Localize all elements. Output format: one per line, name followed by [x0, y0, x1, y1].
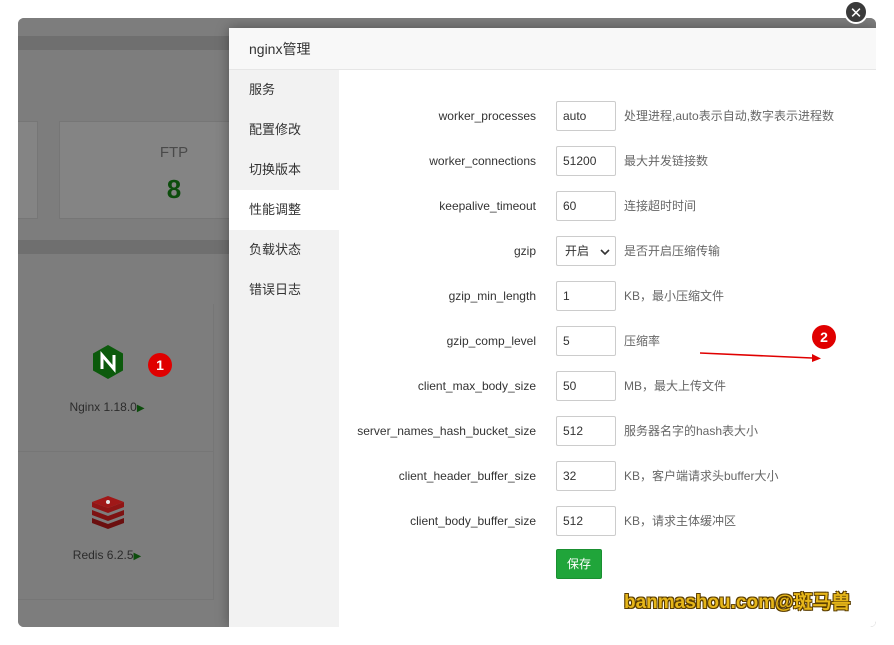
- annotation-marker-1: 1: [148, 353, 172, 377]
- dialog-sidebar: 服务 配置修改 切换版本 性能调整 负载状态 错误日志: [229, 70, 339, 627]
- save-button[interactable]: 保存: [556, 549, 602, 579]
- sidebar-item-error-log[interactable]: 错误日志: [229, 270, 339, 310]
- setting-description: 是否开启压缩传输: [624, 244, 721, 258]
- setting-description: 处理进程,auto表示自动,数字表示进程数: [624, 109, 835, 123]
- setting-row: gzip_min_length 1 KB，最小压缩文件: [339, 281, 876, 311]
- window: FTP 8 Nginx 1.18.0▶ 1 Redis 6.2.5▶ nginx…: [18, 18, 876, 627]
- setting-row: client_header_buffer_size 32 KB，客户端请求头bu…: [339, 461, 876, 491]
- watermark: banmashou.com@斑马兽: [624, 592, 851, 613]
- annotation-arrow-icon: [700, 352, 821, 362]
- dialog-header: nginx管理: [229, 28, 876, 70]
- setting-row: gzip 开启 是否开启压缩传输: [339, 236, 876, 266]
- setting-label: client_max_body_size: [417, 379, 536, 393]
- client-header-buffer-size-input[interactable]: 32: [556, 461, 616, 491]
- dialog-title: nginx管理: [249, 40, 311, 57]
- setting-description: KB，最小压缩文件: [624, 289, 725, 303]
- sidebar-item-service[interactable]: 服务: [229, 70, 339, 110]
- worker-connections-input[interactable]: 51200: [556, 146, 616, 176]
- keepalive-timeout-input[interactable]: 60: [556, 191, 616, 221]
- setting-label: gzip_min_length: [448, 289, 536, 303]
- setting-description: MB，最大上传文件: [624, 379, 727, 393]
- setting-description: 最大并发链接数: [624, 154, 709, 168]
- setting-label: worker_connections: [429, 154, 536, 168]
- software-redis[interactable]: Redis 6.2.5▶: [18, 452, 214, 600]
- setting-row: client_body_buffer_size 512 KB，请求主体缓冲区: [339, 506, 876, 536]
- setting-description: 连接超时时间: [624, 199, 697, 213]
- gzip-select[interactable]: 开启: [556, 236, 616, 266]
- setting-description: KB，客户端请求头buffer大小: [624, 469, 779, 483]
- setting-label: keepalive_timeout: [439, 199, 536, 213]
- setting-description: 压缩率: [624, 334, 661, 348]
- nginx-label: Nginx 1.18.0▶: [69, 400, 145, 414]
- nginx-icon: [93, 345, 123, 379]
- setting-row: server_names_hash_bucket_size 512 服务器名字的…: [339, 416, 876, 446]
- client-body-buffer-size-input[interactable]: 512: [556, 506, 616, 536]
- gzip-comp-level-input[interactable]: 5: [556, 326, 616, 356]
- close-button[interactable]: ✕: [844, 0, 868, 24]
- setting-label: client_header_buffer_size: [398, 469, 536, 483]
- setting-description: 服务器名字的hash表大小: [624, 424, 759, 438]
- sidebar-item-switch-version[interactable]: 切换版本: [229, 150, 339, 190]
- sidebar-item-config[interactable]: 配置修改: [229, 110, 339, 150]
- setting-row: worker_connections 51200 最大并发链接数: [339, 146, 876, 176]
- chevron-down-icon: [600, 249, 610, 256]
- software-nginx[interactable]: Nginx 1.18.0▶: [18, 304, 214, 452]
- sidebar-item-performance[interactable]: 性能调整: [229, 190, 339, 230]
- redis-icon: [92, 496, 124, 529]
- annotation-marker-2: 2: [812, 325, 836, 349]
- setting-row: worker_processes auto 处理进程,auto表示自动,数字表示…: [339, 101, 876, 131]
- setting-label: gzip_comp_level: [446, 334, 536, 348]
- setting-label: client_body_buffer_size: [410, 514, 536, 528]
- redis-label: Redis 6.2.5▶: [72, 548, 142, 562]
- setting-label: server_names_hash_bucket_size: [357, 424, 536, 438]
- bg-card: [18, 121, 38, 219]
- nginx-manager-dialog: nginx管理 服务 配置修改 切换版本 性能调整 负载状态 错误日志 work…: [229, 28, 876, 627]
- gzip-min-length-input[interactable]: 1: [556, 281, 616, 311]
- sidebar-item-load-status[interactable]: 负载状态: [229, 230, 339, 270]
- server-names-hash-bucket-size-input[interactable]: 512: [556, 416, 616, 446]
- setting-label: gzip: [513, 244, 536, 258]
- setting-description: KB，请求主体缓冲区: [624, 514, 737, 528]
- setting-row: client_max_body_size 50 MB，最大上传文件: [339, 371, 876, 401]
- setting-row: keepalive_timeout 60 连接超时时间: [339, 191, 876, 221]
- client-max-body-size-input[interactable]: 50: [556, 371, 616, 401]
- setting-label: worker_processes: [438, 109, 536, 123]
- gzip-selected-value: 开启: [565, 244, 590, 258]
- worker-processes-input[interactable]: auto: [556, 101, 616, 131]
